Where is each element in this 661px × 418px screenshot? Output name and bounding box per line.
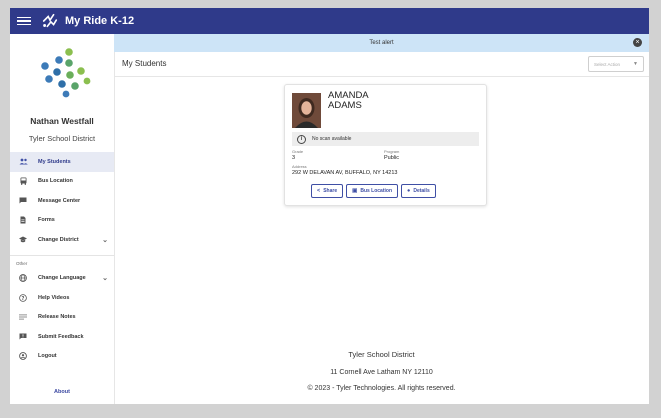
sidebar-item-bus-location[interactable]: Bus Location [10, 172, 114, 192]
sidebar-item-label: Message Center [38, 197, 81, 204]
student-actions: < Share ▣ Bus Location ● Details [311, 184, 436, 198]
address-label: Address [292, 164, 307, 169]
message-icon [16, 197, 30, 204]
sidebar-section-other: Other [16, 260, 28, 266]
brand-logo-icon [42, 13, 58, 28]
sidebar-item-change-district[interactable]: Change District ⌄ [10, 230, 114, 250]
sidebar-item-change-language[interactable]: Change Language ⌄ [10, 269, 114, 289]
menu-icon[interactable] [17, 16, 31, 26]
grade-label: Grade [292, 149, 304, 154]
sidebar-item-label: Submit Feedback [38, 333, 84, 340]
footer-district: Tyler School District [348, 350, 415, 359]
students-icon [16, 158, 30, 165]
scan-status-text: No scan available [312, 136, 352, 142]
info-icon: ● [407, 188, 411, 194]
page-title: My Students [122, 59, 167, 68]
sidebar-nav: My Students Bus Location Message Center … [10, 152, 114, 366]
forms-icon [16, 216, 30, 224]
chevron-down-icon: ⌄ [102, 236, 108, 244]
sidebar-item-help-videos[interactable]: ? Help Videos [10, 288, 114, 308]
select-action-label: Select Action [594, 61, 621, 67]
user-name: Nathan Westfall [30, 116, 94, 126]
sidebar-item-release-notes[interactable]: Release Notes [10, 308, 114, 328]
program-label: Program [384, 149, 400, 154]
sidebar-item-forms[interactable]: Forms [10, 211, 114, 231]
sidebar-item-logout[interactable]: Logout [10, 347, 114, 367]
close-icon[interactable]: × [633, 38, 642, 47]
share-icon: < [317, 188, 321, 194]
bus-location-label: Bus Location [360, 188, 392, 194]
sidebar-item-label: Forms [38, 217, 55, 224]
sidebar-item-label: Release Notes [38, 314, 76, 321]
sidebar: Nathan Westfall Tyler School District My… [10, 34, 115, 404]
program-value: Public [384, 155, 399, 161]
bus-icon [16, 177, 30, 186]
chevron-down-icon: ⌄ [102, 275, 108, 283]
district-logo [41, 48, 91, 98]
student-name: AMANDA ADAMS [328, 91, 369, 111]
bus-icon: ▣ [352, 188, 358, 194]
school-icon [16, 236, 30, 243]
logout-icon [16, 352, 30, 361]
share-button[interactable]: < Share [311, 184, 344, 198]
bus-location-button[interactable]: ▣ Bus Location [346, 184, 398, 198]
notes-icon [16, 314, 30, 320]
student-last-name: ADAMS [328, 100, 362, 111]
sidebar-item-label: My Students [38, 158, 71, 165]
about-link[interactable]: About [10, 389, 114, 395]
sidebar-item-my-students[interactable]: My Students [10, 152, 114, 172]
sidebar-item-label: Logout [38, 353, 57, 360]
sidebar-item-label: Change District [38, 236, 79, 243]
share-label: Share [323, 188, 338, 194]
sidebar-item-label: Help Videos [38, 294, 70, 301]
grade-value: 3 [292, 155, 296, 161]
sidebar-item-message-center[interactable]: Message Center [10, 191, 114, 211]
footer-address: 11 Cornell Ave Latham NY 12110 [330, 369, 433, 376]
app-title: My Ride K-12 [65, 15, 135, 27]
sidebar-divider [10, 254, 114, 256]
select-action-dropdown[interactable]: Select Action ▼ [588, 56, 644, 72]
sidebar-item-label: Change Language [38, 275, 86, 282]
footer-copyright: © 2023 - Tyler Technologies. All rights … [307, 385, 456, 392]
address-value: 292 W DELAVAN AV, BUFFALO, NY 14213 [292, 170, 398, 176]
globe-icon [16, 274, 30, 283]
feedback-icon [16, 333, 30, 340]
scan-status-bar: i No scan available [292, 132, 479, 146]
info-icon: i [297, 134, 306, 144]
main-header: My Students Select Action ▼ [114, 52, 649, 77]
sidebar-item-label: Bus Location [38, 178, 73, 185]
sidebar-item-submit-feedback[interactable]: Submit Feedback [10, 327, 114, 347]
alert-text: Test alert [369, 40, 394, 46]
top-bar: My Ride K-12 [10, 8, 649, 34]
app-window: My Ride K-12 Nathan Westfall Tyler Schoo… [10, 8, 649, 404]
caret-down-icon: ▼ [633, 61, 638, 67]
student-card: AMANDA ADAMS i No scan available Grade 3… [284, 84, 487, 206]
details-button[interactable]: ● Details [401, 184, 436, 198]
user-district: Tyler School District [28, 134, 96, 143]
alert-banner: Test alert × [114, 34, 649, 52]
details-label: Details [413, 188, 430, 194]
student-photo [292, 93, 321, 128]
help-icon: ? [16, 293, 30, 302]
svg-text:?: ? [22, 296, 25, 302]
